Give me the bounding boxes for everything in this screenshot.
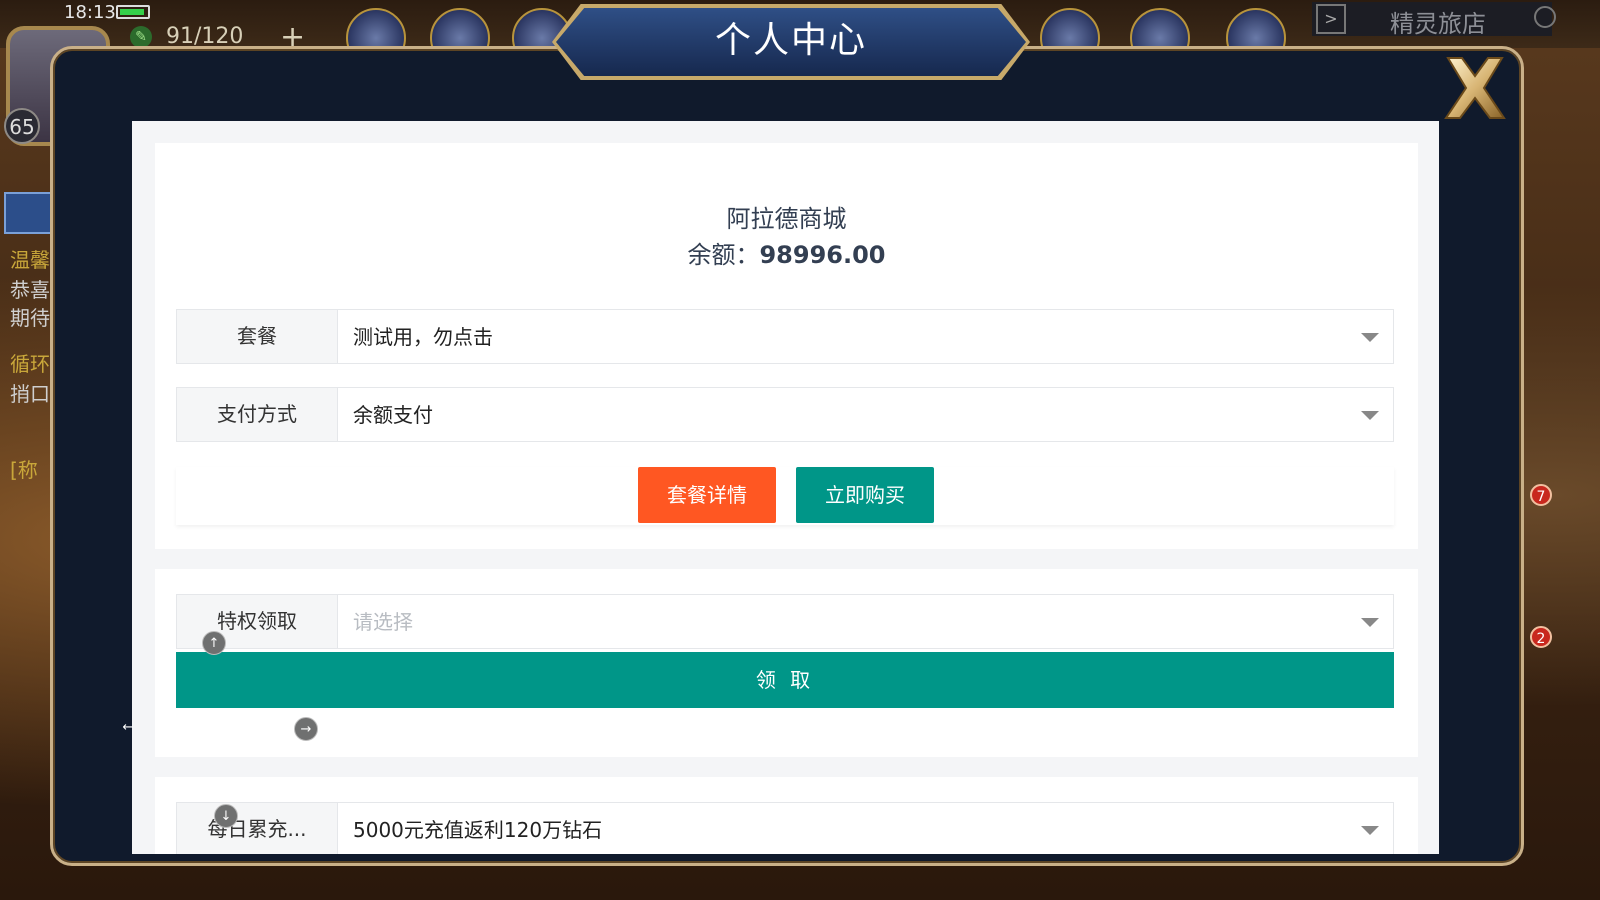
payment-method-select[interactable]: 支付方式 余额支付: [176, 387, 1394, 442]
caret-down-icon: [1361, 333, 1379, 342]
payment-value: 余额支付: [353, 403, 433, 427]
balance-label: 余额：: [687, 241, 760, 269]
balance-value: 98996.00: [759, 241, 886, 269]
side-text-line: 期待: [10, 306, 50, 330]
privilege-label: 特权领取: [177, 595, 338, 648]
caret-down-icon: [1361, 411, 1379, 420]
player-level-badge: 65: [4, 108, 40, 144]
package-label: 套餐: [177, 310, 338, 363]
shop-name: 阿拉德商城: [726, 205, 847, 233]
caret-down-icon: [1361, 826, 1379, 835]
shop-label[interactable]: 精灵旅店: [1390, 4, 1486, 39]
side-quest-icon[interactable]: [4, 192, 52, 234]
notification-badge: 7: [1530, 484, 1552, 506]
clock-time: 18:13: [64, 2, 116, 23]
arrow-right-icon[interactable]: >: [1316, 4, 1346, 34]
shop-content[interactable]: 阿拉德商城 余额：98996.00 套餐 测试用，勿点击 支付方式 余额支付 套…: [132, 121, 1439, 854]
privilege-card: 特权领取 请选择 领 取: [155, 569, 1418, 757]
daily-recharge-card: 每日累充... 5000元充值返利120万钻石: [155, 777, 1418, 854]
daily-value: 5000元充值返利120万钻石: [353, 818, 603, 842]
side-text-line: 循环: [10, 352, 50, 376]
package-details-button[interactable]: 套餐详情: [638, 467, 776, 523]
daily-recharge-select[interactable]: 每日累充... 5000元充值返利120万钻石: [176, 802, 1394, 854]
energy-icon: ✎: [130, 26, 152, 48]
claim-button[interactable]: 领 取: [176, 652, 1394, 708]
side-text-line: 温馨: [10, 248, 50, 272]
modal-title: 个人中心: [714, 20, 867, 61]
package-value: 测试用，勿点击: [353, 325, 493, 349]
privilege-placeholder: 请选择: [353, 610, 413, 634]
purchase-card: 阿拉德商城 余额：98996.00 套餐 测试用，勿点击 支付方式 余额支付 套…: [155, 143, 1418, 549]
side-text-line: [称: [10, 458, 38, 482]
payment-label: 支付方式: [177, 388, 338, 441]
scroll-up-marker-icon[interactable]: ↑: [202, 631, 226, 655]
buy-now-button[interactable]: 立即购买: [796, 467, 934, 523]
scroll-down-marker-icon[interactable]: ↓: [214, 804, 238, 828]
daily-label: 每日累充...: [177, 803, 338, 854]
balance-row: 余额：98996.00: [155, 235, 1418, 270]
side-text-line: 恭喜: [10, 278, 50, 302]
package-select[interactable]: 套餐 测试用，勿点击: [176, 309, 1394, 364]
action-buttons: 套餐详情 立即购买: [176, 467, 1394, 525]
search-icon[interactable]: [1534, 6, 1556, 28]
side-text-line: 捎口: [10, 382, 50, 406]
privilege-select[interactable]: 特权领取 请选择: [176, 594, 1394, 649]
arrow-left-icon[interactable]: ←: [116, 716, 140, 740]
battery-icon: [116, 5, 150, 19]
scroll-right-marker-icon[interactable]: →: [294, 717, 318, 741]
close-icon[interactable]: [1440, 54, 1510, 124]
notification-badge: 2: [1530, 626, 1552, 648]
caret-down-icon: [1361, 618, 1379, 627]
